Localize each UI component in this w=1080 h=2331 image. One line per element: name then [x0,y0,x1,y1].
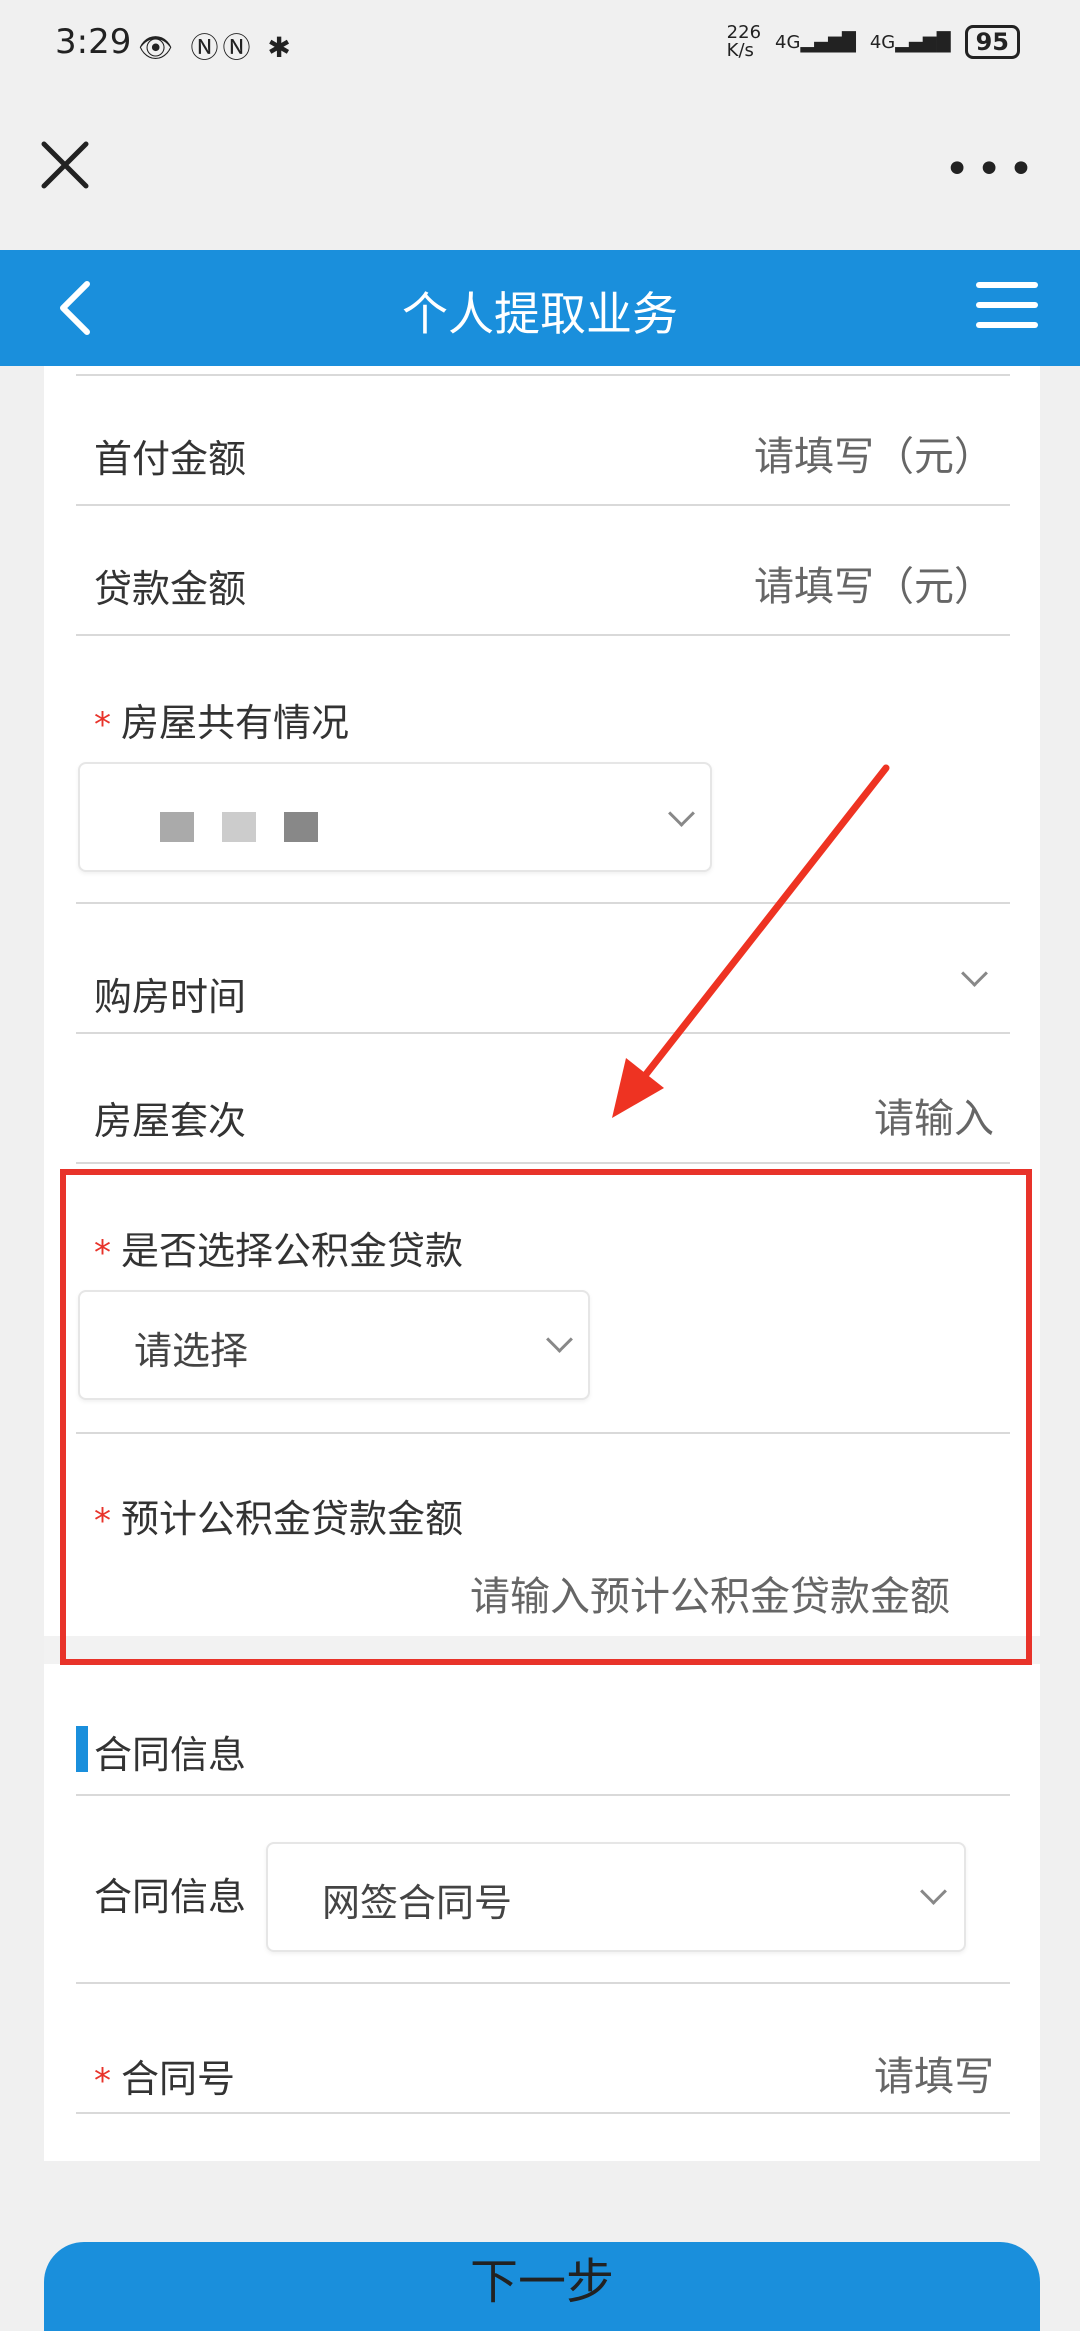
contract-no-label: * 合同号 [94,2057,236,2101]
highlight-box [60,1169,1032,1665]
contract-no-input[interactable]: 请填写 [874,2044,994,2102]
contract-no-row[interactable]: * 合同号 请填写 [76,1984,1010,2114]
contract-info-label: 合同信息 [94,1875,247,1919]
annotation-arrow-icon [612,764,890,1118]
contract-section-header: 合同信息 [76,1700,1010,1796]
contract-type-select[interactable]: 网签合同号 [266,1842,966,1952]
next-step-button[interactable]: 下一步 [44,2242,1040,2331]
contract-type-value: 网签合同号 [322,1881,513,1925]
contract-info-row: 合同信息 网签合同号 [76,1796,1010,1984]
section-title: 合同信息 [94,1733,247,1777]
required-mark: * [94,2061,111,2101]
chevron-down-icon [920,1878,947,1905]
